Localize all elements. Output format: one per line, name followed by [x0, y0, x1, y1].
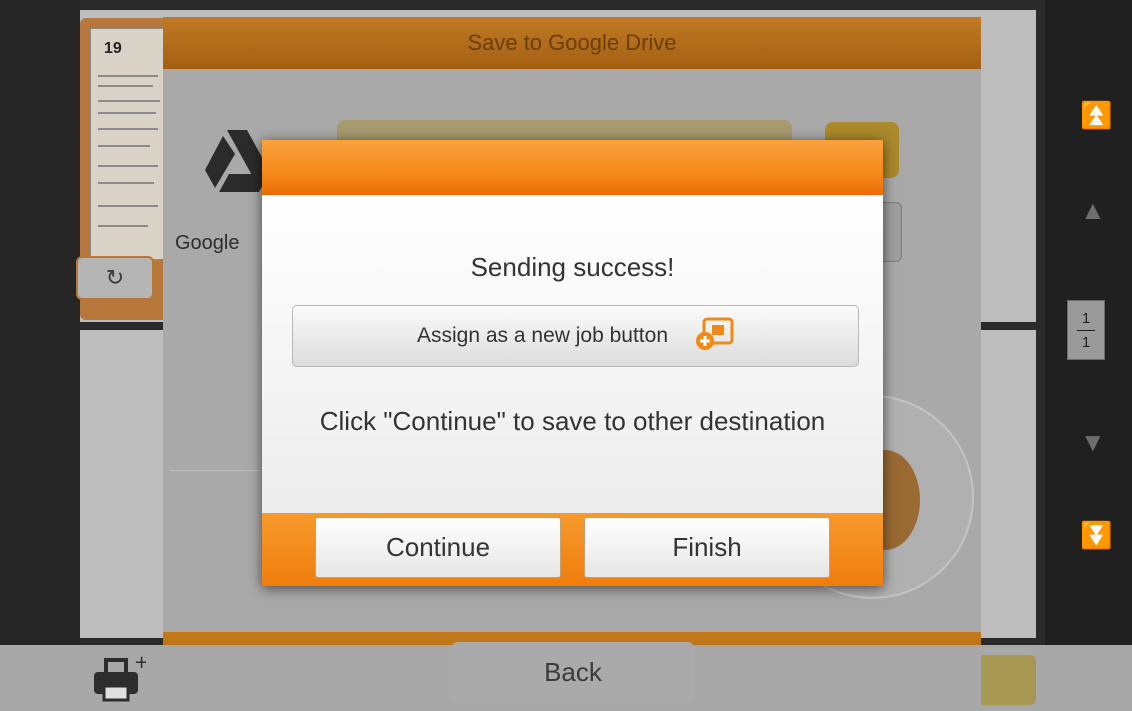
back-button[interactable]: Back — [452, 642, 694, 702]
scroll-top-icon[interactable]: ⏫ — [1080, 100, 1112, 131]
svg-text:+: + — [134, 652, 146, 673]
thumbnail-text-line — [98, 112, 156, 114]
thumbnail-text-line — [98, 165, 158, 167]
scroll-bottom-icon[interactable]: ⏬ — [1080, 520, 1112, 551]
thumbnail-text-line — [98, 128, 158, 130]
bottom-right-button[interactable] — [981, 655, 1036, 705]
thumbnail-text-line — [98, 100, 160, 102]
printer-add-icon[interactable]: + — [90, 652, 149, 709]
thumbnail-text-line — [98, 225, 148, 227]
thumbnail-text-line — [98, 145, 150, 147]
rotate-icon: ↻ — [105, 265, 125, 290]
thumbnail-text-line — [98, 205, 158, 207]
scroll-down-icon[interactable]: ▼ — [1080, 427, 1106, 458]
rotate-button[interactable]: ↻ — [76, 256, 154, 300]
thumbnail-text-line — [98, 85, 153, 87]
dialog-message: Click "Continue" to save to other destin… — [319, 406, 826, 436]
thumbnail-page-number: 19 — [104, 40, 122, 57]
google-drive-icon — [205, 130, 269, 205]
assign-new-job-button[interactable]: Assign as a new job button — [292, 305, 859, 367]
service-label: Google — [175, 232, 240, 254]
fraction-bar — [1077, 329, 1095, 331]
scroll-up-icon[interactable]: ▲ — [1080, 195, 1106, 226]
dialog-header — [262, 140, 883, 195]
new-job-button-icon — [694, 317, 734, 356]
continue-button[interactable]: Continue — [315, 517, 561, 578]
thumbnail-text-line — [98, 182, 154, 184]
current-page: 1 — [1081, 309, 1091, 327]
thumbnail-text-line — [98, 75, 158, 77]
page-indicator: 1 1 — [1067, 300, 1105, 360]
assign-button-label: Assign as a new job button — [417, 324, 668, 347]
total-pages: 1 — [1081, 333, 1091, 351]
left-rail — [0, 0, 80, 645]
finish-button[interactable]: Finish — [584, 517, 830, 578]
dialog-title: Sending success! — [470, 252, 675, 282]
save-panel-title: Save to Google Drive — [163, 17, 981, 69]
